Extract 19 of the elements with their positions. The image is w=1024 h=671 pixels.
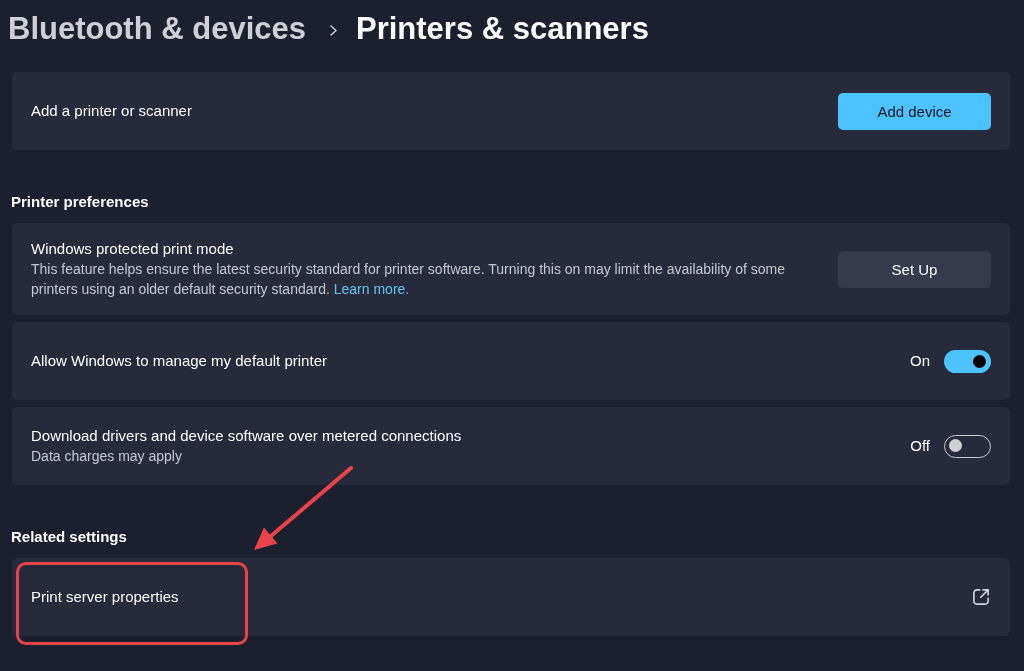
- toggle-state-label: On: [910, 351, 930, 371]
- toggle-state-label: Off: [910, 436, 930, 456]
- setting-title: Allow Windows to manage my default printer: [31, 351, 328, 371]
- setting-title: Add a printer or scanner: [31, 101, 193, 121]
- page-title: Printers & scanners: [356, 11, 649, 47]
- setting-title: Download drivers and device software over metered connections: [31, 426, 463, 446]
- action-button[interactable]: Add device: [838, 92, 991, 130]
- setting-title: Windows protected print mode: [31, 239, 235, 259]
- learn-more-link[interactable]: Learn more.: [333, 281, 410, 297]
- setting-description: Data charges may apply: [31, 447, 183, 466]
- chevron-icon: [330, 24, 337, 36]
- section-heading: Printer preferences: [11, 192, 150, 212]
- toggle-switch[interactable]: [944, 349, 991, 373]
- breadcrumb-link[interactable]: Bluetooth & devices: [8, 11, 306, 47]
- section-heading: Related settings: [11, 527, 128, 547]
- setting-description: This feature helps ensure the latest security standard for printer software. Turning this on may limit the availability of some printers using an older default security standard. Learn more.: [31, 260, 787, 299]
- external-link-icon: [973, 589, 989, 605]
- action-button[interactable]: Set Up: [838, 250, 991, 288]
- setting-title: Print server properties: [31, 587, 180, 607]
